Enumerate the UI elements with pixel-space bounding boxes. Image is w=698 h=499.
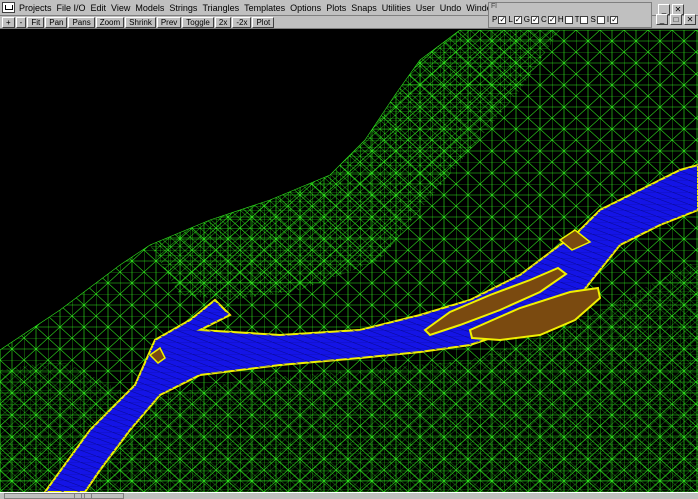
menu-plots[interactable]: Plots <box>326 3 346 13</box>
mesh-canvas[interactable] <box>0 30 698 492</box>
menu-snaps[interactable]: Snaps <box>351 3 377 13</box>
toolbar-2x-button[interactable]: 2x <box>214 17 232 28</box>
child-window-controls: _ □ ✕ <box>656 14 696 25</box>
layer-toggle-c[interactable]: C ✓ <box>541 15 556 24</box>
taskbar-minimize-button[interactable] <box>74 493 82 499</box>
menu-options[interactable]: Options <box>290 3 321 13</box>
menu-templates[interactable]: Templates <box>244 3 285 13</box>
layer-checkbox[interactable]: ✓ <box>610 15 619 24</box>
layer-panel-title: Fl <box>491 3 497 10</box>
toolbar-fit-button[interactable]: Fit <box>27 17 45 28</box>
layer-label: P <box>492 15 498 24</box>
taskbar-item[interactable] <box>4 493 124 499</box>
layer-checkbox[interactable]: ✓ <box>547 15 556 24</box>
layer-checkbox[interactable] <box>596 15 605 24</box>
layer-label: T <box>574 15 580 24</box>
toolbar-zoom-in-button[interactable]: + <box>2 17 15 28</box>
layer-checkbox[interactable]: ✓ <box>513 15 522 24</box>
toolbar--2x-button[interactable]: -2x <box>232 17 252 28</box>
taskbar <box>0 492 698 499</box>
toolbar-pan-button[interactable]: Pan <box>45 17 68 28</box>
toolbar-zoom-button[interactable]: Zoom <box>95 17 125 28</box>
menu-triangles[interactable]: Triangles <box>202 3 239 13</box>
layer-label: I <box>606 15 610 24</box>
toolbar-buttons: + - Fit Pan Pans Zoom Shrink Prev Toggle 2x -2x Plo… <box>2 17 275 28</box>
toolbar-prev-button[interactable]: Prev <box>156 17 182 28</box>
layer-label: S <box>590 15 596 24</box>
layer-checkbox[interactable] <box>564 15 573 24</box>
menu-utilities[interactable]: Utilities <box>382 3 411 13</box>
menu-edit[interactable]: Edit <box>91 3 107 13</box>
toolbar-zoom-out-button[interactable]: - <box>15 17 27 28</box>
layer-checkboxes: P ✓ L ✓ G ✓ C ✓ H T S I ✓ <box>492 15 619 24</box>
menu-list: Projects File I/O Edit View Models Strings Tri… <box>19 3 522 13</box>
taskbar-restore-button[interactable] <box>84 493 92 499</box>
layer-toggle-h[interactable]: H <box>558 15 573 24</box>
menu-undo[interactable]: Undo <box>440 3 462 13</box>
layer-label: C <box>541 15 547 24</box>
menu-strings[interactable]: Strings <box>169 3 197 13</box>
menu-user[interactable]: User <box>416 3 435 13</box>
layer-checkbox[interactable]: ✓ <box>498 15 507 24</box>
toolbar-plot-button[interactable]: Plot <box>252 17 275 28</box>
toolbar-pans-button[interactable]: Pans <box>68 17 95 28</box>
layer-toggle-t[interactable]: T <box>575 15 589 24</box>
app-icon[interactable] <box>2 2 15 13</box>
layer-label: G <box>523 15 531 24</box>
toolbar-toggle-button[interactable]: Toggle <box>182 17 214 28</box>
layer-toggle-g[interactable]: G ✓ <box>523 15 540 24</box>
layer-toggle-p[interactable]: P ✓ <box>492 15 507 24</box>
layer-toggle-l[interactable]: L ✓ <box>508 15 522 24</box>
layer-label: H <box>557 15 564 24</box>
layer-checkbox[interactable]: ✓ <box>531 15 540 24</box>
menu-view[interactable]: View <box>111 3 130 13</box>
menu-models[interactable]: Models <box>135 3 164 13</box>
maximize-button[interactable]: □ <box>670 14 682 25</box>
layer-checkbox[interactable] <box>580 15 589 24</box>
close-button[interactable]: ✕ <box>684 14 696 25</box>
toolbar-shrink-button[interactable]: Shrink <box>125 17 156 28</box>
layer-toggle-s[interactable]: S <box>590 15 605 24</box>
layer-visibility-panel: Fl P ✓ L ✓ G ✓ C ✓ H T S I ✓ <box>488 2 652 28</box>
layer-toggle-i[interactable]: I ✓ <box>606 15 619 24</box>
minimize-button[interactable]: _ <box>656 14 668 25</box>
layer-label: L <box>508 15 513 24</box>
menu-projects[interactable]: Projects <box>19 3 52 13</box>
menu-file-i-o[interactable]: File I/O <box>57 3 86 13</box>
